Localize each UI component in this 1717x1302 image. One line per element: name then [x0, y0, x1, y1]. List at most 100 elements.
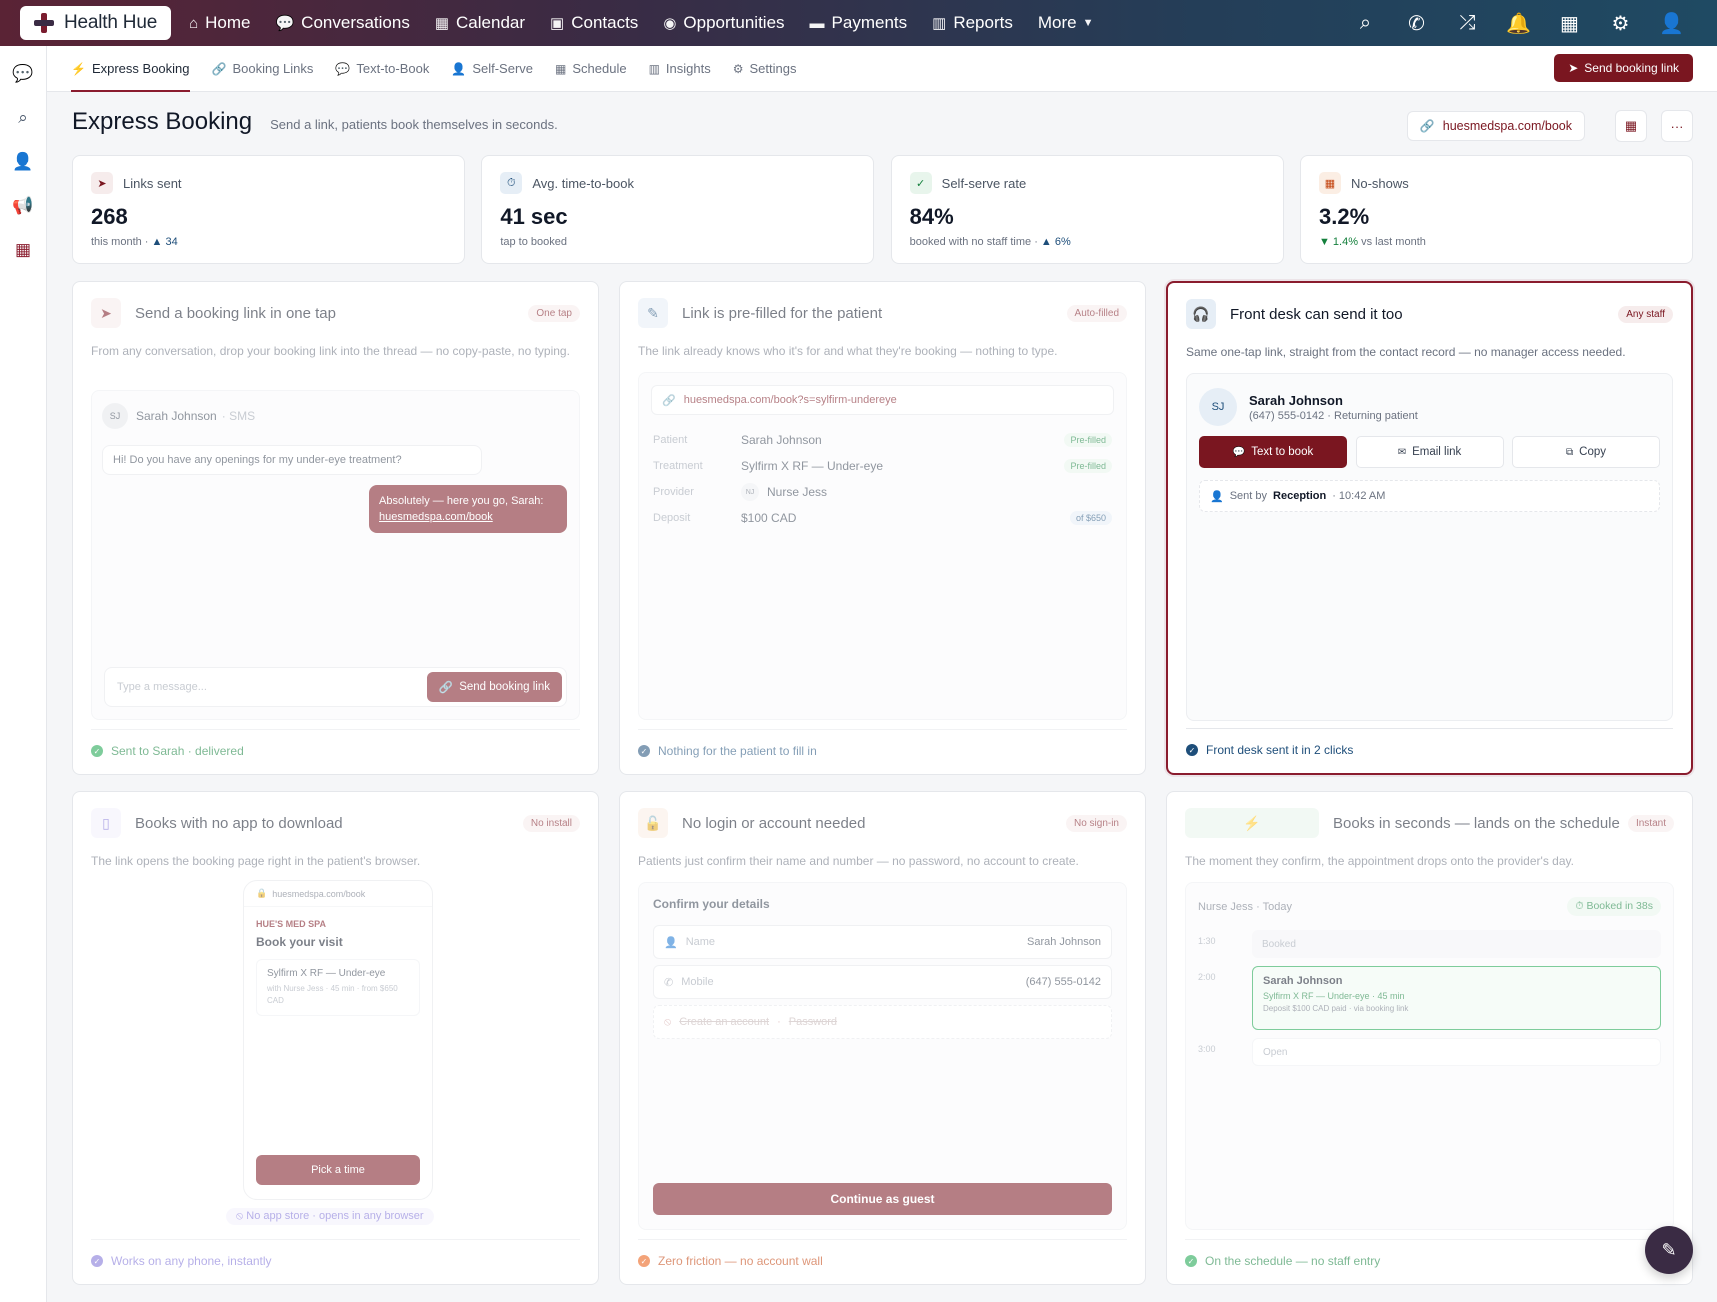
- bolt-icon: ⚡: [1185, 808, 1319, 838]
- contact-record-preview: SJ Sarah Johnson (647) 555-0142 · Returni…: [1186, 373, 1673, 721]
- text-to-book-button[interactable]: 💬 Text to book: [1199, 436, 1347, 468]
- tab-text-to-book[interactable]: 💬 Text-to-Book: [335, 46, 429, 92]
- field-treatment: Treatment Sylfirm X RF — Under-eye Pre-fil…: [639, 453, 1126, 479]
- card-no-login[interactable]: 🔓 No login or account needed No sign-in Pa…: [619, 791, 1146, 1285]
- kpi-links-sent: ➤ Links sent 268 this month · ▲ 34: [72, 155, 465, 264]
- mobile-field[interactable]: ✆ Mobile (647) 555-0142: [653, 965, 1112, 999]
- name-field[interactable]: 👤 Name Sarah Johnson: [653, 925, 1112, 959]
- bell-icon[interactable]: 🔔: [1493, 11, 1544, 36]
- send-booking-link-button[interactable]: 🔗 Send booking link: [426, 672, 562, 702]
- nav-opportunities[interactable]: ◉ Opportunities: [663, 13, 784, 33]
- service-option[interactable]: Sylfirm X RF — Under-eye with Nurse Jess …: [256, 959, 420, 1016]
- phone-icon[interactable]: ✆: [1391, 11, 1442, 36]
- qr-code-button[interactable]: ▦: [1615, 110, 1647, 142]
- nav-home[interactable]: ⌂ Home: [189, 13, 250, 33]
- slot-booked: Booked: [1252, 930, 1661, 958]
- tab-schedule[interactable]: ▦ Schedule: [555, 46, 627, 92]
- copy-button[interactable]: ⧉ Copy: [1512, 436, 1660, 468]
- bar-chart-icon: ▥: [932, 15, 947, 32]
- ellipsis-icon: ···: [1670, 118, 1684, 134]
- gear-icon[interactable]: ⚙: [1595, 11, 1646, 36]
- contact-actions: 💬 Text to book ✉ Email link ⧉ Copy: [1187, 436, 1672, 468]
- tab-self-serve[interactable]: 👤 Self-Serve: [451, 46, 533, 92]
- field-key: Provider: [653, 486, 694, 498]
- prefilled-url[interactable]: 🔗 huesmedspa.com/book?s=sylfirm-undereye: [651, 385, 1114, 415]
- user-icon[interactable]: 👤: [0, 140, 46, 184]
- megaphone-icon[interactable]: 📢: [0, 184, 46, 228]
- kpi-foot: tap to booked: [500, 236, 567, 248]
- contact-name: Sarah Johnson: [136, 409, 217, 423]
- nav-calendar[interactable]: ▦ Calendar: [435, 13, 525, 33]
- field-value: Sarah Johnson: [1027, 936, 1101, 948]
- footer-text: Works on any phone, instantly: [111, 1254, 272, 1268]
- pick-a-time-button[interactable]: Pick a time: [256, 1155, 420, 1185]
- kpi-label: No-shows: [1350, 175, 1409, 191]
- send-booking-link-button[interactable]: ➤ Send booking link: [1554, 54, 1693, 82]
- card-description: Same one-tap link, straight from the con…: [1186, 345, 1626, 359]
- field-deposit: Deposit $100 CAD of $650: [639, 505, 1126, 531]
- nav-reports[interactable]: ▥ Reports: [932, 13, 1013, 33]
- nav-calendar-label: Calendar: [456, 13, 526, 32]
- prefilled-badge: Pre-filled: [1064, 433, 1112, 447]
- user-icon[interactable]: 👤: [1646, 11, 1697, 36]
- calendar-icon[interactable]: ▦: [1544, 11, 1595, 36]
- magic-wand-fab[interactable]: ✎: [1645, 1226, 1693, 1274]
- booking-url: huesmedspa.com/book: [1442, 119, 1572, 133]
- no-icon: ⦸: [664, 1015, 672, 1028]
- search-icon[interactable]: ⌕: [1340, 12, 1391, 35]
- phone-preview: 🔒 huesmedspa.com/book HUE'S MED SPA Book …: [243, 880, 433, 1200]
- no-icon: ⦸: [236, 1210, 244, 1222]
- card-tag: One tap: [528, 304, 580, 322]
- guest-form-preview: Confirm your details 👤 Name Sarah Johnson …: [638, 882, 1127, 1230]
- chat-icon[interactable]: 💬: [0, 52, 46, 96]
- card-books-in-seconds[interactable]: ⚡ Books in seconds — lands on the schedul…: [1166, 791, 1693, 1285]
- kpi-label: Avg. time-to-book: [532, 175, 634, 191]
- tab-insights[interactable]: ▥ Insights: [649, 46, 711, 92]
- card-send-one-tap[interactable]: ➤ Send a booking link in one tap One tap F…: [72, 281, 599, 775]
- field-label: Name: [685, 936, 716, 948]
- deposit-badge: of $650: [1069, 511, 1112, 525]
- tab-label: Insights: [665, 61, 711, 76]
- card-tag: Auto-filled: [1066, 304, 1127, 322]
- field-key: Deposit: [653, 512, 691, 524]
- password-text: Password: [788, 1016, 838, 1028]
- unlock-icon: 🔓: [638, 808, 668, 838]
- shuffle-icon[interactable]: ⤮: [1442, 12, 1493, 35]
- nav-payments[interactable]: ▬ Payments: [810, 13, 908, 33]
- tab-booking-links[interactable]: 🔗 Booking Links: [212, 46, 314, 92]
- booking-url-pill[interactable]: 🔗 huesmedspa.com/book: [1406, 111, 1585, 141]
- qr-code-icon: ▦: [1624, 118, 1638, 133]
- card-description: The link opens the booking page right in…: [91, 854, 421, 868]
- search-icon[interactable]: ⌕: [0, 96, 46, 140]
- side-rail: 💬 ⌕ 👤 📢 ▦: [0, 46, 47, 1302]
- continue-as-guest-button[interactable]: Continue as guest: [653, 1183, 1112, 1215]
- page-subtitle: Send a link, patients book themselves in…: [270, 117, 558, 132]
- more-options-button[interactable]: ···: [1661, 110, 1693, 142]
- divider: [638, 1239, 1127, 1240]
- booking-link[interactable]: huesmedspa.com/book: [379, 511, 493, 523]
- card-title: Front desk can send it too: [1230, 305, 1403, 323]
- field-value: Nurse Jess: [767, 485, 828, 499]
- tab-settings[interactable]: ⚙ Settings: [733, 46, 797, 92]
- message-composer[interactable]: Type a message... 🔗 Send booking link: [104, 667, 567, 707]
- nav-payments-label: Payments: [831, 13, 908, 32]
- nav-conversations[interactable]: 💬 Conversations: [275, 13, 409, 33]
- card-front-desk[interactable]: 🎧 Front desk can send it too Any staff Sam…: [1166, 281, 1693, 775]
- card-description: Patients just confirm their name and num…: [638, 854, 1079, 868]
- app-logo[interactable]: Health Hue: [20, 6, 172, 40]
- appointment-block[interactable]: Sarah Johnson Sylfirm X RF — Under-eye · …: [1252, 966, 1661, 1030]
- email-link-button[interactable]: ✉ Email link: [1355, 436, 1504, 468]
- button-label: Text to book: [1251, 446, 1314, 458]
- card-no-app[interactable]: ▯ Books with no app to download No install…: [72, 791, 599, 1285]
- calendar-check-icon[interactable]: ▦: [0, 228, 46, 272]
- card-prefilled[interactable]: ✎ Link is pre-filled for the patient Auto-…: [619, 281, 1146, 775]
- envelope-icon: ✉: [1397, 446, 1407, 458]
- tab-express-booking[interactable]: ⚡ Express Booking: [71, 46, 190, 92]
- kpi-foot: vs last month: [1361, 236, 1426, 248]
- slot-open[interactable]: Open: [1252, 1038, 1661, 1066]
- slot-time: 2:00: [1198, 972, 1216, 982]
- nav-more[interactable]: More ▼: [1038, 13, 1094, 33]
- calendar-icon: ▦: [555, 61, 567, 76]
- incoming-message: Hi! Do you have any openings for my unde…: [102, 445, 482, 475]
- nav-contacts[interactable]: ▣ Contacts: [550, 13, 638, 33]
